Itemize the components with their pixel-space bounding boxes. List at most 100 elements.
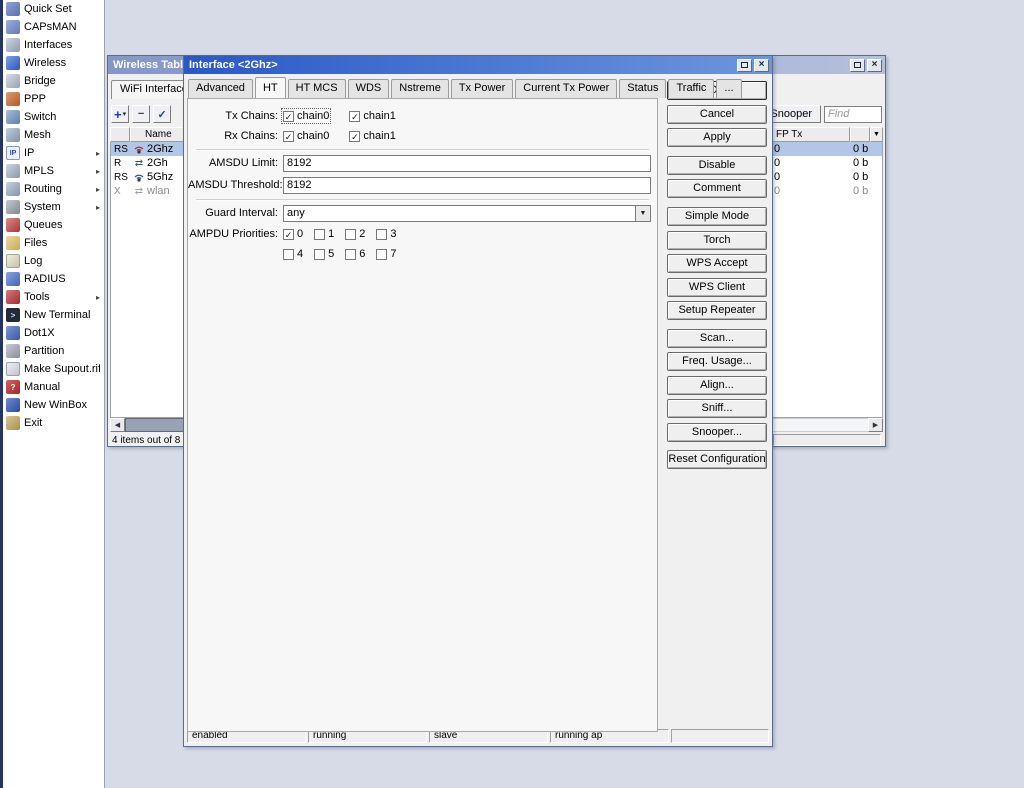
column-header-fp-tx[interactable]: FP Tx xyxy=(772,127,850,142)
row-tx: 0 b xyxy=(849,143,882,155)
row-fp-tx: 0 xyxy=(771,157,849,169)
scroll-left-icon[interactable]: ◀ xyxy=(110,418,125,432)
dialog-titlebar[interactable]: Interface <2Ghz> × xyxy=(184,56,772,74)
dialog-tabs: Advanced HT HT MCS WDS Nstreme Tx Power … xyxy=(188,77,744,98)
dropdown-arrow-icon[interactable]: ▼ xyxy=(635,206,650,221)
column-chooser-icon[interactable]: ▼ xyxy=(870,127,883,142)
sidebar-item-label: Switch xyxy=(24,111,100,123)
remove-button[interactable]: − xyxy=(132,105,150,123)
sidebar-item-interfaces[interactable]: Interfaces xyxy=(3,36,104,54)
sidebar-item-routing[interactable]: Routing▸ xyxy=(3,180,104,198)
sidebar-item-make-supout[interactable]: Make Supout.rif xyxy=(3,360,104,378)
checkbox-label: 1 xyxy=(328,228,334,240)
sidebar-item-ppp[interactable]: PPP xyxy=(3,90,104,108)
tab-more[interactable]: ... xyxy=(716,79,741,98)
maximize-button[interactable] xyxy=(737,59,752,72)
checkbox-label: 0 xyxy=(297,228,303,240)
sidebar-item-label: Manual xyxy=(24,381,100,393)
simple-mode-button[interactable]: Simple Mode xyxy=(667,207,767,226)
find-input[interactable] xyxy=(824,106,882,123)
add-button[interactable]: +▾ xyxy=(111,105,129,123)
manual-icon xyxy=(6,380,20,394)
capsman-icon xyxy=(6,20,20,34)
amsdu-threshold-label: AMSDU Threshold: xyxy=(188,179,283,191)
amsdu-limit-input[interactable] xyxy=(283,155,651,172)
tab-tx-power[interactable]: Tx Power xyxy=(451,79,513,98)
sidebar-item-mpls[interactable]: MPLS▸ xyxy=(3,162,104,180)
tab-traffic[interactable]: Traffic xyxy=(668,79,714,98)
ip-icon xyxy=(6,146,20,160)
snooper-dialog-button[interactable]: Snooper... xyxy=(667,423,767,442)
tx-chain1-checkbox[interactable]: ✓chain1 xyxy=(349,110,395,122)
tab-advanced[interactable]: Advanced xyxy=(188,79,253,98)
sniff-button[interactable]: Sniff... xyxy=(667,399,767,418)
ampdu-7-checkbox[interactable]: 7 xyxy=(376,248,396,260)
sidebar-item-label: Mesh xyxy=(24,129,100,141)
setup-repeater-button[interactable]: Setup Repeater xyxy=(667,301,767,320)
sidebar-item-manual[interactable]: Manual xyxy=(3,378,104,396)
wps-client-button[interactable]: WPS Client xyxy=(667,278,767,297)
rx-chain0-checkbox[interactable]: ✓chain0 xyxy=(283,130,329,142)
sidebar-item-bridge[interactable]: Bridge xyxy=(3,72,104,90)
amsdu-threshold-input[interactable] xyxy=(283,177,651,194)
maximize-button[interactable] xyxy=(850,59,865,72)
ampdu-5-checkbox[interactable]: 5 xyxy=(314,248,334,260)
sidebar-item-label: MPLS xyxy=(24,165,92,177)
wps-accept-button[interactable]: WPS Accept xyxy=(667,254,767,273)
sidebar-item-quick-set[interactable]: Quick Set xyxy=(3,0,104,18)
tools-icon xyxy=(6,290,20,304)
tab-current-tx-power[interactable]: Current Tx Power xyxy=(515,79,617,98)
align-button[interactable]: Align... xyxy=(667,376,767,395)
row-flags: R xyxy=(111,158,131,169)
sidebar-item-ip[interactable]: IP▸ xyxy=(3,144,104,162)
ampdu-2-checkbox[interactable]: 2 xyxy=(345,228,365,240)
close-button[interactable]: × xyxy=(754,59,769,72)
sidebar-item-files[interactable]: Files xyxy=(3,234,104,252)
ampdu-4-checkbox[interactable]: 4 xyxy=(283,248,303,260)
sidebar-item-dot1x[interactable]: Dot1X xyxy=(3,324,104,342)
rx-chain1-checkbox[interactable]: ✓chain1 xyxy=(349,130,395,142)
sidebar-item-mesh[interactable]: Mesh xyxy=(3,126,104,144)
scroll-right-icon[interactable]: ▶ xyxy=(868,418,883,432)
freq-usage-button[interactable]: Freq. Usage... xyxy=(667,352,767,371)
system-icon xyxy=(6,200,20,214)
ampdu-0-checkbox[interactable]: ✓0 xyxy=(283,228,303,240)
reset-configuration-button[interactable]: Reset Configuration xyxy=(667,450,767,469)
close-button[interactable]: × xyxy=(867,59,882,72)
tx-chain0-checkbox[interactable]: ✓chain0 xyxy=(283,110,329,122)
enable-button[interactable]: ✓ xyxy=(153,105,171,123)
sidebar-item-wireless[interactable]: Wireless xyxy=(3,54,104,72)
submenu-arrow-icon: ▸ xyxy=(96,149,100,158)
ampdu-1-checkbox[interactable]: 1 xyxy=(314,228,334,240)
sidebar-item-system[interactable]: System▸ xyxy=(3,198,104,216)
ampdu-6-checkbox[interactable]: 6 xyxy=(345,248,365,260)
sidebar-item-exit[interactable]: Exit xyxy=(3,414,104,432)
scan-button[interactable]: Scan... xyxy=(667,329,767,348)
guard-interval-select[interactable]: any ▼ xyxy=(283,205,651,222)
sidebar-item-switch[interactable]: Switch xyxy=(3,108,104,126)
cancel-button[interactable]: Cancel xyxy=(667,105,767,124)
sidebar-item-new-winbox[interactable]: New WinBox xyxy=(3,396,104,414)
sidebar-item-radius[interactable]: RADIUS xyxy=(3,270,104,288)
torch-button[interactable]: Torch xyxy=(667,231,767,250)
tab-ht-mcs[interactable]: HT MCS xyxy=(288,79,346,98)
ampdu-3-checkbox[interactable]: 3 xyxy=(376,228,396,240)
tab-ht[interactable]: HT xyxy=(255,77,286,98)
tab-nstreme[interactable]: Nstreme xyxy=(391,79,449,98)
sidebar-item-new-terminal[interactable]: New Terminal xyxy=(3,306,104,324)
comment-button[interactable]: Comment xyxy=(667,179,767,198)
row-flags: RS xyxy=(111,144,131,155)
sidebar-item-partition[interactable]: Partition xyxy=(3,342,104,360)
disable-button[interactable]: Disable xyxy=(667,156,767,175)
sidebar-item-capsman[interactable]: CAPsMAN xyxy=(3,18,104,36)
tab-status[interactable]: Status xyxy=(619,79,666,98)
column-header-flags[interactable] xyxy=(110,127,130,142)
sidebar-item-log[interactable]: Log xyxy=(3,252,104,270)
sidebar-item-tools[interactable]: Tools▸ xyxy=(3,288,104,306)
tab-wds[interactable]: WDS xyxy=(348,79,390,98)
maximize-icon xyxy=(854,62,861,68)
sidebar-item-queues[interactable]: Queues xyxy=(3,216,104,234)
sidebar: Quick Set CAPsMAN Interfaces Wireless Br… xyxy=(3,0,105,788)
apply-button[interactable]: Apply xyxy=(667,128,767,147)
dialog-title: Interface <2Ghz> xyxy=(189,59,278,71)
